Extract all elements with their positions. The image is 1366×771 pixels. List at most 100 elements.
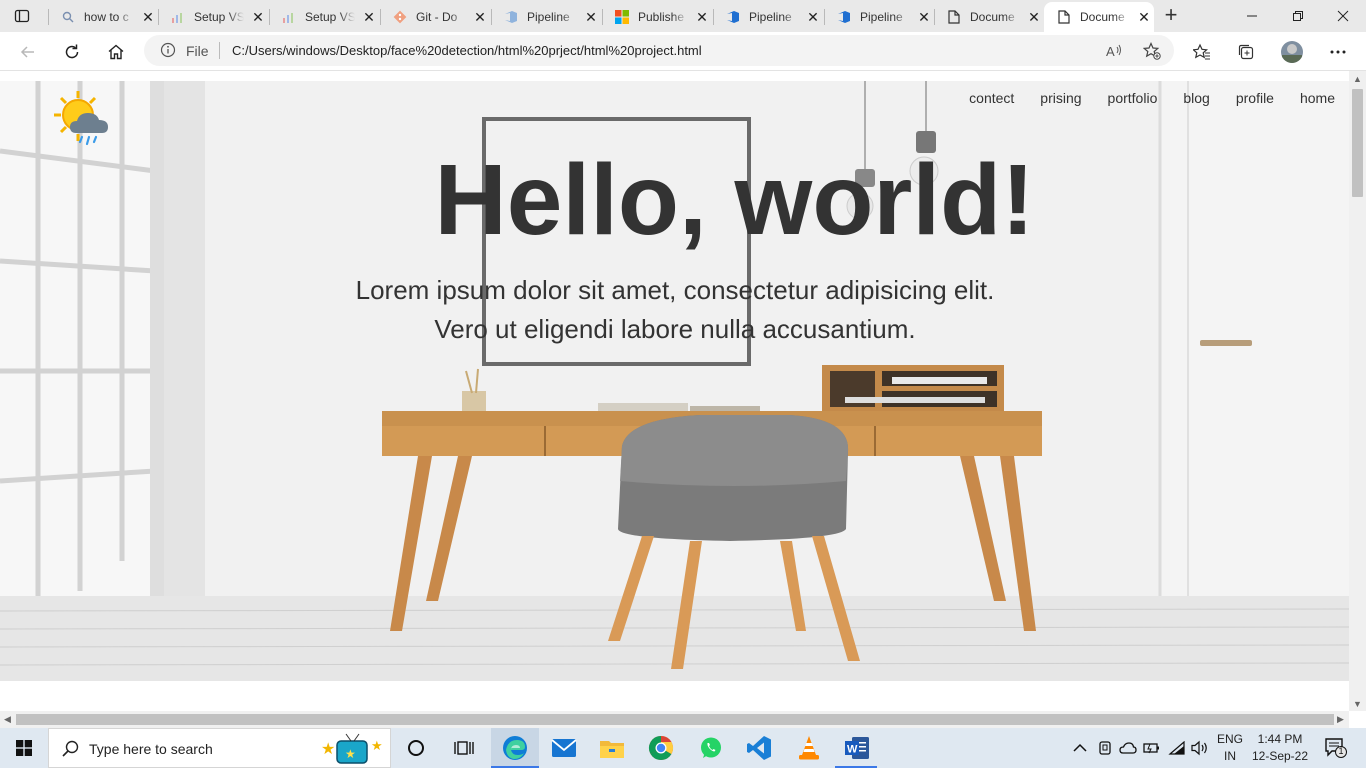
browser-toolbar: File C:/Users/windows/Desktop/face%20det… [0, 32, 1366, 71]
profile-avatar[interactable] [1278, 38, 1306, 66]
more-options-icon[interactable] [1324, 38, 1352, 66]
language-indicator[interactable]: ENG IN [1214, 731, 1246, 765]
lang-line1: ENG [1216, 732, 1243, 746]
close-tab-icon[interactable]: ✕ [583, 9, 599, 25]
url-text[interactable]: C:/Users/windows/Desktop/face%20detectio… [232, 43, 702, 58]
vertical-scroll-thumb[interactable] [1352, 89, 1363, 197]
svg-text:★: ★ [321, 739, 335, 758]
back-icon[interactable] [14, 38, 42, 66]
vertical-scrollbar[interactable]: ▲ ▼ [1349, 71, 1366, 711]
tab-actions-icon[interactable] [8, 5, 36, 27]
close-tab-icon[interactable]: ✕ [250, 9, 266, 25]
tab-4[interactable]: Pipeline ✕ [491, 2, 602, 32]
vscode-icon[interactable] [745, 734, 773, 762]
horizontal-scroll-thumb[interactable] [16, 714, 1334, 725]
clock[interactable]: 1:44 PM 12-Sep-22 [1248, 731, 1312, 765]
hero-subtitle: Lorem ipsum dolor sit amet, consectetur … [300, 271, 1050, 349]
whatsapp-icon[interactable] [697, 734, 725, 762]
close-tab-icon[interactable]: ✕ [361, 9, 377, 25]
scroll-right-icon[interactable]: ▶ [1337, 714, 1344, 725]
nav-home[interactable]: home [1300, 90, 1335, 106]
close-tab-icon[interactable]: ✕ [1026, 9, 1042, 25]
home-icon[interactable] [102, 38, 130, 66]
page-viewport: contect prising portfolio blog profile h… [0, 71, 1349, 711]
azure-devops-icon [836, 9, 852, 25]
restore-button[interactable] [1275, 4, 1321, 28]
tab-title: Pipeline [527, 9, 577, 25]
azure-devops-icon [725, 9, 741, 25]
favorites-icon[interactable] [1188, 38, 1216, 66]
tab-3[interactable]: Git - Do ✕ [380, 2, 491, 32]
svg-text:W: W [847, 744, 858, 756]
microsoft-icon [614, 9, 630, 25]
show-hidden-icons-icon[interactable] [1066, 734, 1094, 762]
tab-strip: how to c ✕ Setup VS ✕ Setup VS ✕ Git - D… [0, 0, 1366, 32]
close-tab-icon[interactable]: ✕ [805, 9, 821, 25]
hero-title: Hello, world! [434, 144, 1035, 256]
nav-contect[interactable]: contect [969, 90, 1014, 106]
mail-icon[interactable] [550, 734, 578, 762]
read-aloud-icon[interactable]: A [1104, 41, 1124, 61]
search-placeholder: Type here to search [89, 741, 213, 757]
tab-2[interactable]: Setup VS ✕ [269, 2, 380, 32]
svg-text:A: A [1106, 44, 1115, 59]
address-bar[interactable]: File C:/Users/windows/Desktop/face%20det… [144, 35, 1174, 66]
scroll-up-icon[interactable]: ▲ [1353, 74, 1362, 84]
document-icon [1056, 9, 1072, 25]
word-icon[interactable]: W [843, 734, 871, 762]
add-favorite-icon[interactable] [1142, 41, 1162, 61]
chrome-icon[interactable] [647, 734, 675, 762]
tab-title: Pipeline [860, 9, 910, 25]
tab-title: Git - Do [416, 9, 466, 25]
search-highlight-tv-icon[interactable]: ★ ★ ★ [321, 732, 385, 771]
lang-line2: IN [1224, 749, 1236, 763]
cortana-icon[interactable] [402, 734, 430, 762]
site-nav: contect prising portfolio blog profile h… [943, 90, 1335, 106]
nav-profile[interactable]: profile [1236, 90, 1274, 106]
search-icon [60, 9, 76, 25]
close-window-button[interactable] [1320, 4, 1366, 28]
tab-0[interactable]: how to c ✕ [48, 2, 158, 32]
azure-devops-icon [503, 9, 519, 25]
tab-title: Publishe [638, 9, 688, 25]
horizontal-scrollbar[interactable]: ◀ ▶ [0, 711, 1349, 728]
vlc-icon[interactable] [795, 734, 823, 762]
tab-8[interactable]: Docume ✕ [934, 2, 1044, 32]
close-tab-icon[interactable]: ✕ [1136, 9, 1152, 25]
tab-1[interactable]: Setup VS ✕ [158, 2, 269, 32]
weather-logo-icon [52, 89, 114, 151]
tab-title: Setup VS [194, 9, 244, 25]
task-view-icon[interactable] [450, 734, 478, 762]
nav-prising[interactable]: prising [1040, 90, 1081, 106]
refresh-icon[interactable] [58, 38, 86, 66]
git-icon [392, 9, 408, 25]
start-button[interactable] [0, 728, 48, 768]
nav-blog[interactable]: blog [1183, 90, 1209, 106]
minimize-button[interactable] [1229, 4, 1275, 28]
notification-center-icon[interactable]: 1 [1322, 734, 1350, 762]
battery-icon[interactable] [1138, 734, 1166, 762]
clock-date: 12-Sep-22 [1251, 749, 1309, 763]
scroll-left-icon[interactable]: ◀ [4, 714, 11, 725]
taskbar-search-box[interactable]: Type here to search ★ ★ ★ [48, 728, 391, 768]
search-icon [62, 740, 79, 762]
windows-taskbar: Type here to search ★ ★ ★ W ENG IN 1:44 … [0, 728, 1366, 768]
tab-9-active[interactable]: Docume ✕ [1044, 2, 1154, 32]
close-tab-icon[interactable]: ✕ [694, 9, 710, 25]
close-tab-icon[interactable]: ✕ [916, 9, 932, 25]
edge-icon[interactable] [501, 734, 529, 762]
file-explorer-icon[interactable] [598, 734, 626, 762]
tab-title: how to c [84, 9, 134, 25]
volume-icon[interactable] [1186, 734, 1214, 762]
new-tab-button[interactable]: + [1160, 4, 1182, 27]
collections-icon[interactable] [1232, 38, 1260, 66]
close-tab-icon[interactable]: ✕ [140, 9, 156, 25]
info-icon[interactable] [160, 42, 176, 58]
nav-portfolio[interactable]: portfolio [1108, 90, 1158, 106]
close-tab-icon[interactable]: ✕ [472, 9, 488, 25]
tab-title: Setup VS [305, 9, 355, 25]
scroll-down-icon[interactable]: ▼ [1353, 699, 1362, 709]
tab-5[interactable]: Publishe ✕ [602, 2, 713, 32]
tab-7[interactable]: Pipeline ✕ [824, 2, 934, 32]
tab-6[interactable]: Pipeline ✕ [713, 2, 824, 32]
